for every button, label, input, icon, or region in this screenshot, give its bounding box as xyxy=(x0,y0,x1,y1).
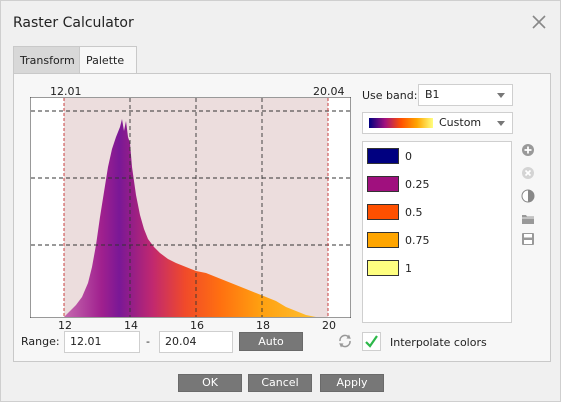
band-select-value: B1 xyxy=(425,88,440,101)
apply-button[interactable]: Apply xyxy=(320,374,384,392)
band-select[interactable]: B1 xyxy=(418,84,513,106)
invert-palette-icon[interactable] xyxy=(521,189,535,203)
color-swatch[interactable] xyxy=(367,260,399,276)
save-icon[interactable] xyxy=(521,232,535,246)
close-icon[interactable] xyxy=(528,11,550,33)
palette-preset-select[interactable]: Custom xyxy=(362,112,513,134)
color-swatch[interactable] xyxy=(367,232,399,248)
color-swatch[interactable] xyxy=(367,204,399,220)
add-entry-icon[interactable] xyxy=(521,143,535,157)
chevron-down-icon xyxy=(497,93,505,98)
remove-entry-icon[interactable] xyxy=(521,166,535,180)
cancel-button[interactable]: Cancel xyxy=(248,374,312,392)
palette-entry-value: 1 xyxy=(405,262,412,275)
palette-preview xyxy=(369,118,433,128)
palette-entry-value: 0.25 xyxy=(405,178,430,191)
x-tick-18: 18 xyxy=(256,319,270,332)
checkmark-icon xyxy=(365,335,378,348)
tab-transform-label: Transform xyxy=(20,54,75,67)
palette-preset-value: Custom xyxy=(439,116,482,129)
color-swatch[interactable] xyxy=(367,148,399,164)
folder-open-icon[interactable] xyxy=(521,212,535,226)
ok-button[interactable]: OK xyxy=(178,374,242,392)
range-from-input[interactable]: 12.01 xyxy=(64,331,140,353)
raster-calculator-dialog: Raster Calculator Transform Palette 12.0… xyxy=(0,0,561,402)
dialog-title: Raster Calculator xyxy=(13,15,134,31)
palette-entry-list: 0 0.25 0.5 0.75 1 xyxy=(362,141,512,323)
range-to-input[interactable]: 20.04 xyxy=(159,331,233,353)
range-label: Range: xyxy=(21,335,60,348)
tab-palette[interactable]: Palette xyxy=(79,46,137,75)
histogram-plot[interactable] xyxy=(30,97,351,318)
use-band-label: Use band: xyxy=(362,89,418,102)
palette-entry-value: 0.75 xyxy=(405,234,430,247)
auto-button[interactable]: Auto xyxy=(239,332,303,351)
tab-palette-label: Palette xyxy=(86,54,125,67)
tab-transform[interactable]: Transform xyxy=(13,46,85,74)
palette-entry-value: 0 xyxy=(405,150,412,163)
range-separator: - xyxy=(146,335,150,348)
interpolate-label: Interpolate colors xyxy=(390,336,487,349)
color-swatch[interactable] xyxy=(367,176,399,192)
chevron-down-icon xyxy=(497,121,505,126)
refresh-icon[interactable] xyxy=(337,333,353,349)
palette-panel: 12.01 20.04 12 14 16 18 20 Range: 12.01 … xyxy=(13,73,551,362)
x-tick-20: 20 xyxy=(322,319,336,332)
interpolate-checkbox[interactable] xyxy=(362,332,381,351)
palette-entry-value: 0.5 xyxy=(405,206,423,219)
